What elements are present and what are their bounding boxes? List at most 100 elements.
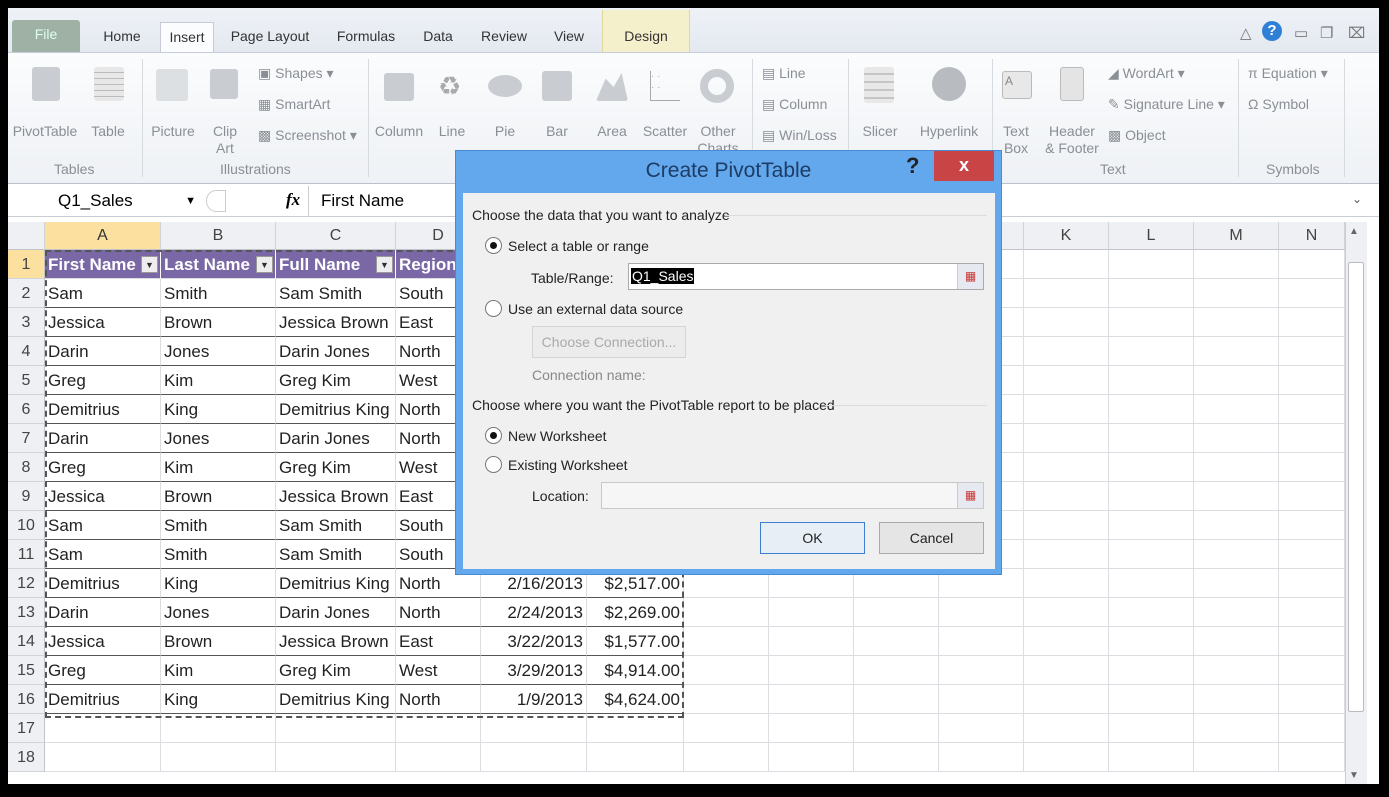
radio-existing-worksheet-label[interactable]: Existing Worksheet — [508, 457, 628, 473]
cell[interactable]: East — [396, 627, 481, 656]
cell[interactable] — [1024, 714, 1109, 743]
line-chart-button[interactable]: Line — [434, 123, 470, 140]
radio-new-worksheet-label[interactable]: New Worksheet — [508, 428, 607, 444]
cell[interactable]: Demitrius King — [276, 395, 396, 424]
cell[interactable] — [1024, 453, 1109, 482]
cell[interactable]: Jessica Brown — [276, 308, 396, 337]
cell[interactable]: Kim — [161, 366, 276, 395]
cell[interactable] — [1109, 482, 1194, 511]
cell[interactable]: Brown — [161, 308, 276, 337]
cell[interactable]: King — [161, 395, 276, 424]
row-header[interactable]: 13 — [8, 598, 45, 627]
scroll-down-icon[interactable]: ▼ — [1349, 770, 1359, 781]
cell[interactable] — [1109, 627, 1194, 656]
row-header[interactable]: 14 — [8, 627, 45, 656]
cell[interactable] — [276, 714, 396, 743]
shapes-button[interactable]: ▣ Shapes ▾ — [258, 65, 334, 82]
row-header[interactable]: 1 — [8, 250, 45, 279]
cell[interactable]: Jones — [161, 424, 276, 453]
table-header-cell[interactable]: First Name▼ — [45, 250, 161, 279]
cell[interactable] — [587, 743, 684, 772]
cell[interactable]: Demitrius — [45, 569, 161, 598]
dialog-help-button[interactable]: ? — [906, 153, 919, 179]
cell[interactable] — [769, 627, 854, 656]
radio-external-source[interactable] — [485, 300, 502, 317]
row-header[interactable]: 17 — [8, 714, 45, 743]
help-icon[interactable]: ? — [1262, 21, 1282, 41]
cell[interactable]: Demitrius — [45, 685, 161, 714]
cell[interactable] — [1194, 482, 1279, 511]
cell[interactable]: Smith — [161, 540, 276, 569]
radio-select-table[interactable] — [485, 237, 502, 254]
cell[interactable] — [1279, 424, 1345, 453]
cell[interactable] — [769, 714, 854, 743]
location-picker-icon[interactable]: ▦ — [957, 483, 983, 508]
row-header[interactable]: 6 — [8, 395, 45, 424]
cell[interactable] — [1109, 453, 1194, 482]
cell[interactable] — [1194, 685, 1279, 714]
object-button[interactable]: ▩ Object — [1108, 127, 1166, 144]
expand-formula-bar-icon[interactable]: ⌄ — [1352, 192, 1362, 206]
signature-line-button[interactable]: ✎ Signature Line ▾ — [1108, 96, 1225, 113]
cell[interactable] — [939, 656, 1024, 685]
sparkline-column-button[interactable]: ▤ Column — [762, 96, 827, 113]
cell[interactable]: 2/24/2013 — [481, 598, 587, 627]
cell[interactable]: 1/9/2013 — [481, 685, 587, 714]
cell[interactable]: King — [161, 569, 276, 598]
chevron-down-icon[interactable]: ▼ — [185, 188, 196, 214]
minimize-icon[interactable]: ▭ — [1294, 24, 1308, 42]
vertical-scrollbar[interactable]: ▲ ▼ — [1345, 222, 1367, 784]
table-range-input[interactable]: Q1_Sales ▦ — [628, 263, 984, 290]
cell[interactable]: Greg Kim — [276, 656, 396, 685]
cell[interactable]: Darin Jones — [276, 337, 396, 366]
cell[interactable]: Jessica — [45, 482, 161, 511]
minimize-ribbon-icon[interactable]: △ — [1240, 24, 1252, 42]
cell[interactable] — [1194, 743, 1279, 772]
cell[interactable] — [1279, 511, 1345, 540]
cell[interactable]: Darin — [45, 598, 161, 627]
cell[interactable] — [1024, 569, 1109, 598]
row-header[interactable]: 10 — [8, 511, 45, 540]
cell[interactable] — [939, 627, 1024, 656]
cell[interactable] — [1109, 656, 1194, 685]
cell[interactable] — [396, 714, 481, 743]
tab-home[interactable]: Home — [92, 22, 152, 52]
cell[interactable]: Darin Jones — [276, 424, 396, 453]
cell[interactable] — [1109, 540, 1194, 569]
cell[interactable] — [1109, 743, 1194, 772]
tab-insert[interactable]: Insert — [160, 22, 214, 52]
cell[interactable] — [1194, 308, 1279, 337]
column-header-N[interactable]: N — [1279, 222, 1345, 250]
cell[interactable] — [1109, 685, 1194, 714]
cell[interactable] — [1024, 395, 1109, 424]
cell[interactable] — [161, 743, 276, 772]
column-header-L[interactable]: L — [1109, 222, 1194, 250]
cell[interactable]: Sam — [45, 540, 161, 569]
cell[interactable] — [1279, 743, 1345, 772]
cell[interactable] — [1109, 366, 1194, 395]
cell[interactable] — [769, 743, 854, 772]
row-header[interactable]: 16 — [8, 685, 45, 714]
cell[interactable]: Jessica — [45, 627, 161, 656]
cell[interactable] — [587, 714, 684, 743]
select-all-corner[interactable] — [8, 222, 45, 250]
formula-bar-splitter[interactable] — [206, 190, 226, 212]
cell[interactable] — [1279, 540, 1345, 569]
cell[interactable] — [1194, 395, 1279, 424]
cell[interactable]: Demitrius — [45, 395, 161, 424]
scroll-up-icon[interactable]: ▲ — [1349, 226, 1359, 237]
cell[interactable] — [1279, 569, 1345, 598]
clip-art-button[interactable]: ClipArt — [208, 123, 242, 157]
fx-icon[interactable]: fx — [286, 190, 300, 210]
cell[interactable]: Darin Jones — [276, 598, 396, 627]
table-header-cell[interactable]: Full Name▼ — [276, 250, 396, 279]
row-header[interactable]: 2 — [8, 279, 45, 308]
cell[interactable] — [1024, 540, 1109, 569]
cell[interactable]: Greg — [45, 453, 161, 482]
picture-button[interactable]: Picture — [148, 123, 198, 140]
cell[interactable] — [1024, 308, 1109, 337]
cell[interactable] — [1024, 511, 1109, 540]
cell[interactable] — [1279, 656, 1345, 685]
cell[interactable] — [161, 714, 276, 743]
cell[interactable] — [684, 743, 769, 772]
